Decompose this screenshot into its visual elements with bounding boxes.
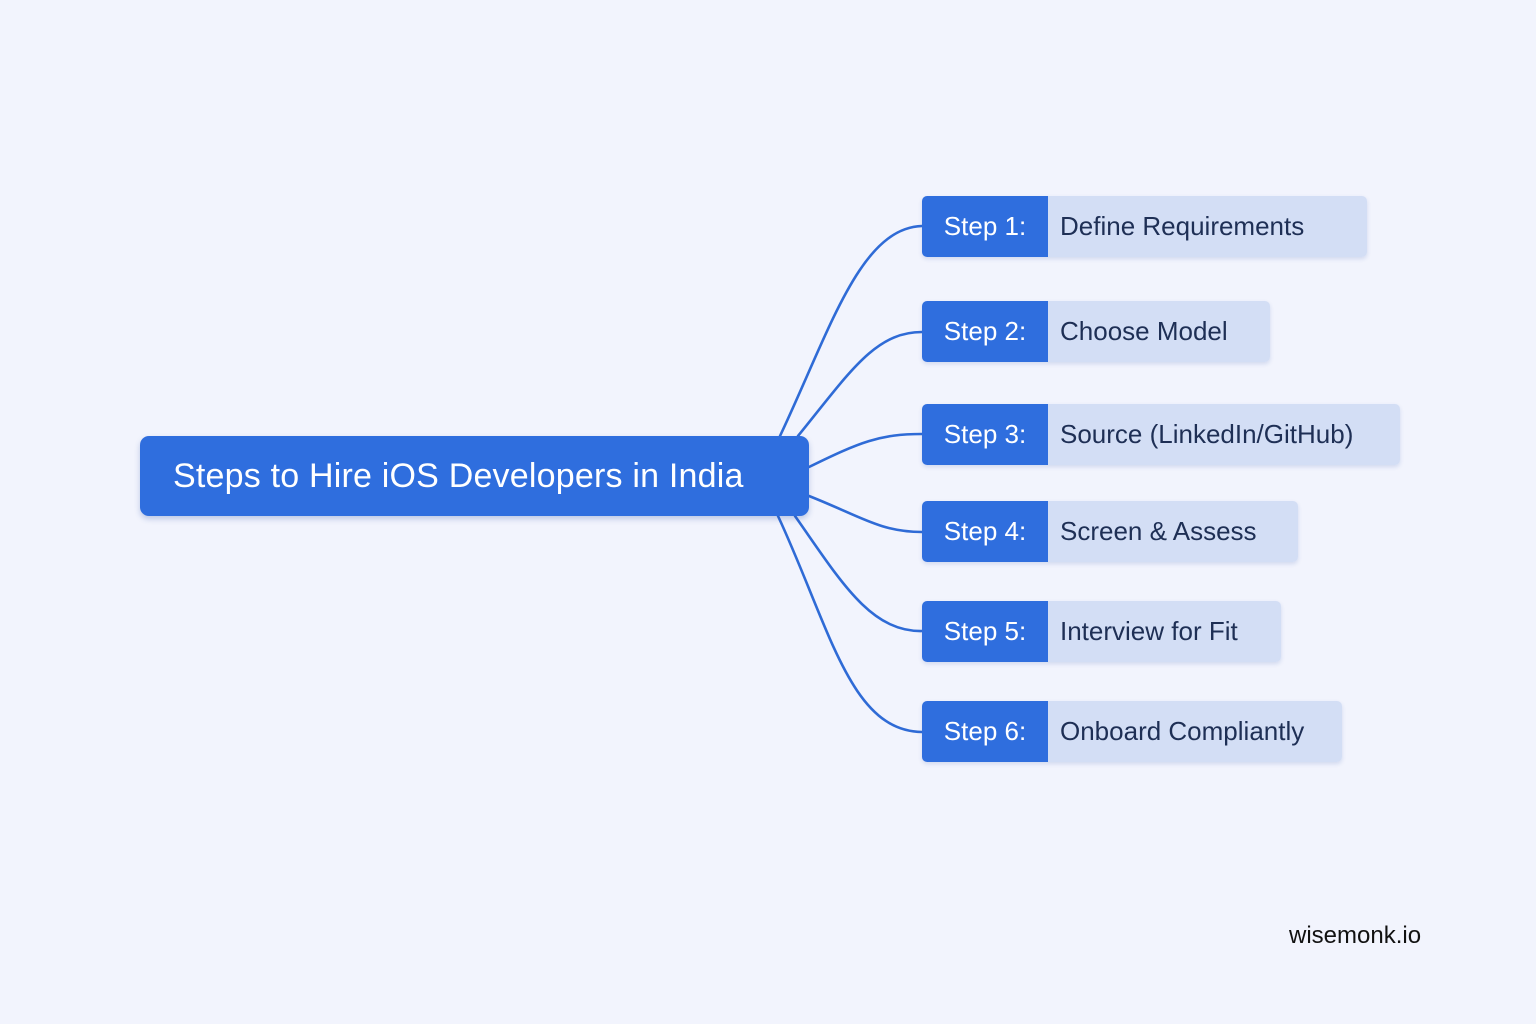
connector-step-3 — [807, 432, 924, 469]
mind-map-canvas: Steps to Hire iOS Developers in India St… — [0, 0, 1536, 1024]
step-tag-5: Step 5: — [922, 601, 1048, 662]
step-node-3: Step 3: Source (LinkedIn/GitHub) — [922, 404, 1400, 465]
connector-step-1 — [778, 224, 924, 438]
step-node-6: Step 6: Onboard Compliantly — [922, 701, 1342, 762]
step-tag-3: Step 3: — [922, 404, 1048, 465]
step-node-4: Step 4: Screen & Assess — [922, 501, 1298, 562]
step-title-5: Interview for Fit — [1048, 601, 1281, 662]
step-title-1: Define Requirements — [1048, 196, 1367, 257]
connector-step-4 — [807, 494, 924, 534]
step-tag-1: Step 1: — [922, 196, 1048, 257]
step-title-3: Source (LinkedIn/GitHub) — [1048, 404, 1400, 465]
step-tag-2: Step 2: — [922, 301, 1048, 362]
step-node-1: Step 1: Define Requirements — [922, 196, 1367, 257]
connector-step-5 — [793, 514, 924, 633]
root-node: Steps to Hire iOS Developers in India — [140, 436, 809, 516]
step-tag-6: Step 6: — [922, 701, 1048, 762]
brand-watermark: wisemonk.io — [1289, 922, 1422, 949]
step-title-4: Screen & Assess — [1048, 501, 1298, 562]
step-tag-4: Step 4: — [922, 501, 1048, 562]
connector-step-6 — [776, 514, 924, 734]
root-node-label: Steps to Hire iOS Developers in India — [173, 456, 744, 495]
step-title-2: Choose Model — [1048, 301, 1270, 362]
connector-step-2 — [796, 330, 924, 438]
step-node-2: Step 2: Choose Model — [922, 301, 1270, 362]
step-node-5: Step 5: Interview for Fit — [922, 601, 1281, 662]
step-title-6: Onboard Compliantly — [1048, 701, 1342, 762]
